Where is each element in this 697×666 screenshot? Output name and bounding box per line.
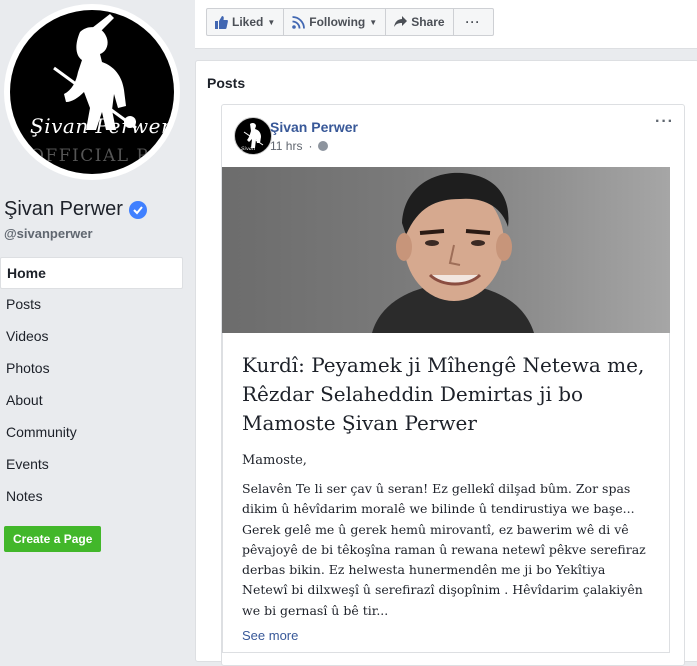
nav-item-notes[interactable]: Notes bbox=[0, 481, 183, 513]
page-handle[interactable]: @sivanperwer bbox=[4, 226, 93, 241]
article-preview[interactable]: Kurdî: Peyamek ji Mîhengê Netewa me, Rêz… bbox=[222, 333, 670, 653]
svg-text:Şivan: Şivan bbox=[241, 146, 255, 152]
avatar-signature: Şivan Perwer bbox=[30, 114, 172, 138]
portrait-photo bbox=[372, 172, 534, 333]
page-title-text[interactable]: Şivan Perwer bbox=[4, 198, 123, 221]
article-excerpt: Selavên Te li ser çav û seran! Ez gellek… bbox=[242, 481, 646, 618]
nav-item-posts[interactable]: Posts bbox=[0, 289, 183, 321]
page-action-buttons: Liked ▼ Following ▼ Share ··· bbox=[206, 8, 494, 36]
share-button[interactable]: Share bbox=[386, 9, 454, 35]
page-actions-bar: Liked ▼ Following ▼ Share ··· bbox=[195, 0, 697, 49]
post-author-avatar[interactable]: Şivan bbox=[234, 117, 272, 155]
article-greeting: Mamoste, bbox=[242, 453, 307, 468]
share-label: Share bbox=[411, 15, 445, 29]
following-label: Following bbox=[309, 15, 366, 29]
more-dots-icon: ··· bbox=[465, 15, 481, 29]
article-image[interactable] bbox=[222, 167, 670, 333]
see-more-link[interactable]: See more bbox=[242, 628, 298, 643]
thumbs-up-icon bbox=[215, 15, 228, 29]
following-button[interactable]: Following ▼ bbox=[284, 9, 387, 35]
post-options-button[interactable]: ··· bbox=[655, 113, 674, 131]
globe-icon[interactable] bbox=[318, 141, 329, 151]
avatar-subtitle: OFFICIAL PAGE bbox=[30, 146, 174, 166]
post-timestamp[interactable]: 11 hrs · bbox=[270, 139, 329, 153]
chevron-down-icon: ▼ bbox=[369, 17, 378, 27]
verified-badge-icon bbox=[128, 200, 147, 219]
page-nav: Home Posts Videos Photos About Community… bbox=[0, 257, 183, 513]
nav-item-videos[interactable]: Videos bbox=[0, 321, 183, 353]
more-actions-button[interactable]: ··· bbox=[454, 9, 493, 35]
nav-item-community[interactable]: Community bbox=[0, 417, 183, 449]
post-author-name[interactable]: Şivan Perwer bbox=[270, 119, 358, 135]
article-title[interactable]: Kurdî: Peyamek ji Mîhengê Netewa me, Rêz… bbox=[242, 351, 652, 438]
nav-item-photos[interactable]: Photos bbox=[0, 353, 183, 385]
dot-separator: · bbox=[308, 139, 313, 153]
post-time-text[interactable]: 11 hrs bbox=[270, 139, 302, 153]
post-card: Şivan Şivan Perwer 11 hrs · ··· Kurdî: P… bbox=[221, 104, 685, 666]
create-page-button[interactable]: Create a Page bbox=[4, 526, 102, 552]
posts-section: Posts Şivan Şivan Perwer 11 hrs · ··· Ku… bbox=[195, 60, 697, 666]
chevron-down-icon: ▼ bbox=[267, 17, 276, 27]
left-column: Şivan Perwer OFFICIAL PAGE Şivan Perwer … bbox=[0, 0, 190, 653]
page-title[interactable]: Şivan Perwer bbox=[4, 198, 147, 221]
share-arrow-icon bbox=[394, 16, 408, 27]
posts-heading[interactable]: Posts bbox=[207, 75, 245, 91]
profile-picture-frame[interactable]: Şivan Perwer OFFICIAL PAGE bbox=[4, 4, 180, 180]
liked-button[interactable]: Liked ▼ bbox=[207, 9, 285, 35]
rss-feed-icon bbox=[292, 15, 306, 29]
nav-item-events[interactable]: Events bbox=[0, 449, 183, 481]
profile-picture[interactable]: Şivan Perwer OFFICIAL PAGE bbox=[10, 10, 174, 174]
liked-label: Liked bbox=[232, 15, 264, 29]
nav-item-about[interactable]: About bbox=[0, 385, 183, 417]
nav-item-home[interactable]: Home bbox=[0, 257, 183, 289]
